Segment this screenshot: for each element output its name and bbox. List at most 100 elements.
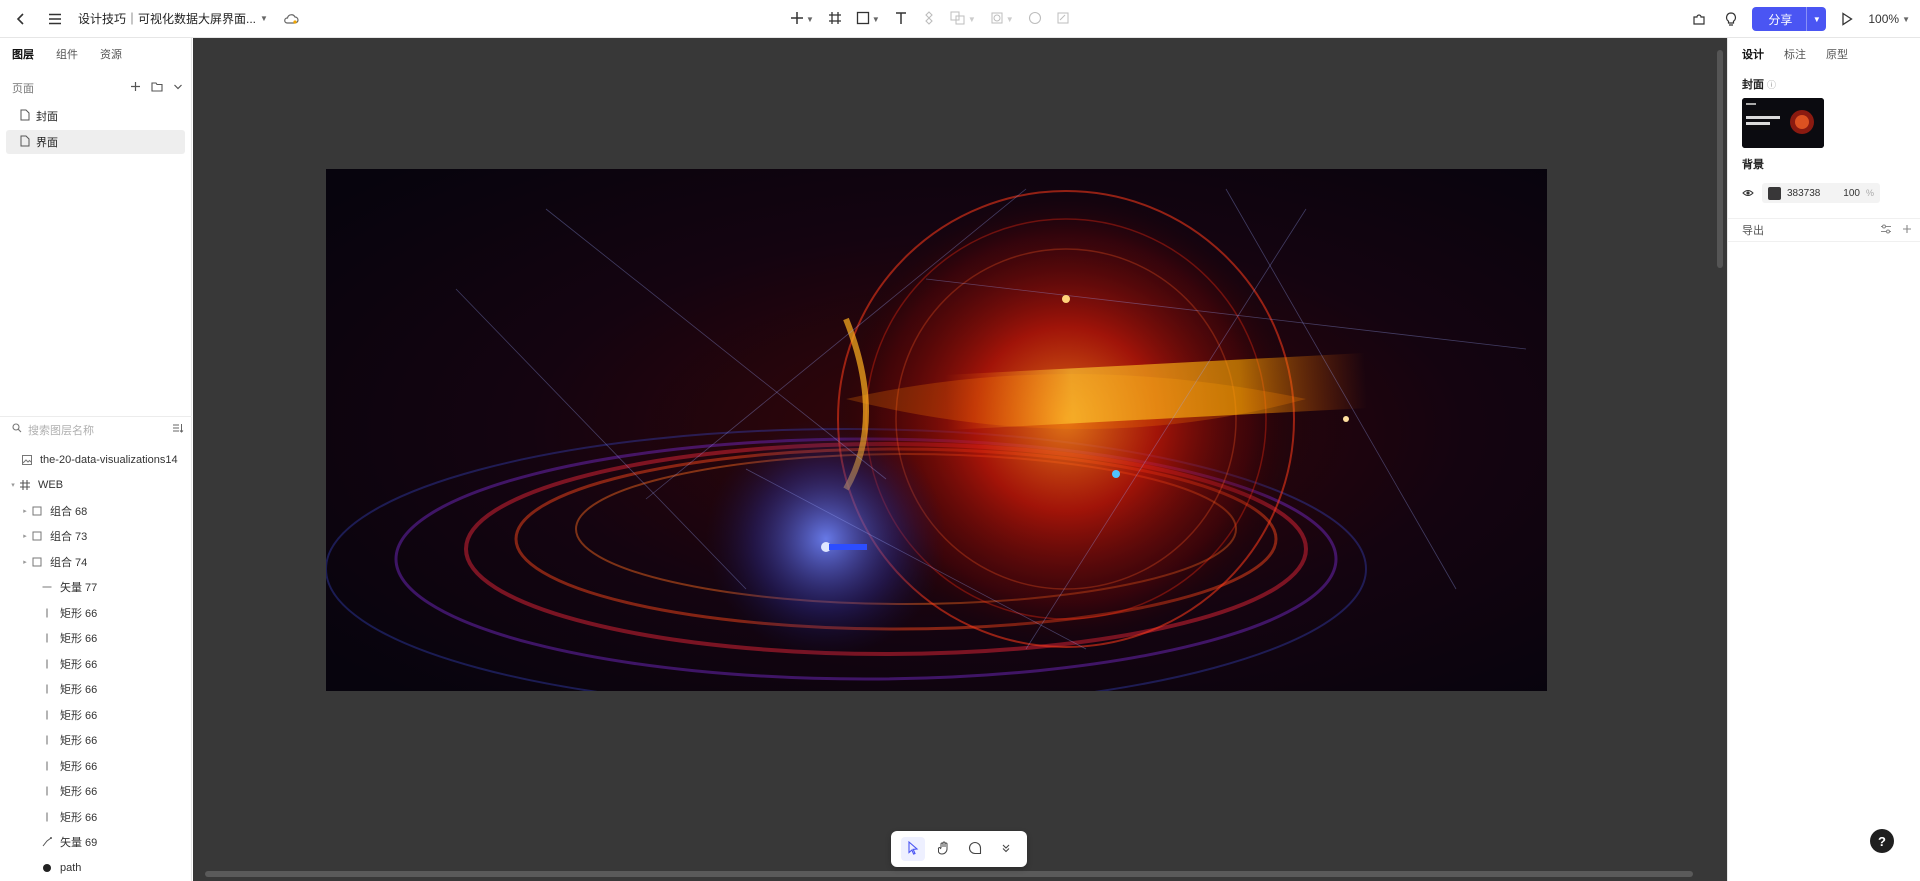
- collapse-chevron-icon[interactable]: [173, 81, 183, 95]
- artboard-image[interactable]: [326, 169, 1547, 691]
- add-tool[interactable]: ▼: [790, 7, 814, 31]
- layer-search[interactable]: 搜索图层名称: [0, 416, 192, 442]
- add-export-icon[interactable]: [1902, 223, 1912, 237]
- tab-annotation[interactable]: 标注: [1784, 46, 1806, 66]
- layer-item[interactable]: ▸ 组合 74: [0, 549, 192, 575]
- document-title[interactable]: 设计技巧｜可视化数据大屏界面...: [78, 10, 256, 27]
- pages-header: 页面: [0, 78, 191, 98]
- eye-icon[interactable]: [1742, 188, 1754, 198]
- page-item-interface[interactable]: 界面: [6, 130, 185, 154]
- layer-item[interactable]: path: [0, 855, 192, 881]
- chevron-down-icon: ▼: [1005, 14, 1014, 24]
- tab-prototype[interactable]: 原型: [1826, 46, 1848, 66]
- mask-tool[interactable]: ▼: [990, 7, 1014, 31]
- layer-item[interactable]: 矩形 66: [0, 702, 192, 728]
- boolean-tool[interactable]: ▼: [950, 7, 976, 31]
- expand-arrow-icon[interactable]: ▸: [20, 507, 30, 515]
- crop-tool[interactable]: [1056, 7, 1070, 31]
- image-icon: [20, 454, 34, 465]
- mask-icon: [990, 11, 1004, 28]
- vertical-scrollbar[interactable]: [1717, 50, 1723, 268]
- cursor-icon: [907, 840, 919, 858]
- settings-sliders-icon[interactable]: [1880, 223, 1892, 237]
- background-row: 383738 100 %: [1742, 182, 1906, 204]
- rect-bar-icon: [40, 684, 54, 694]
- shape-tool[interactable]: ▼: [856, 7, 880, 31]
- back-icon[interactable]: [10, 8, 32, 30]
- layer-item[interactable]: ▾ WEB: [0, 473, 192, 499]
- layer-item[interactable]: the-20-data-visualizations14: [0, 447, 192, 473]
- background-hex[interactable]: 383738: [1787, 188, 1837, 199]
- layer-label: 矩形 66: [60, 735, 98, 748]
- comment-tool-button[interactable]: [963, 837, 987, 861]
- cloud-sync-icon[interactable]: [280, 8, 302, 30]
- layer-item[interactable]: 矩形 66: [0, 728, 192, 754]
- more-tools-button[interactable]: [994, 837, 1018, 861]
- layer-item[interactable]: ▸ 组合 68: [0, 498, 192, 524]
- frame-tool[interactable]: [828, 7, 842, 31]
- cover-label: 封面: [1742, 79, 1764, 91]
- cover-thumbnail[interactable]: [1742, 98, 1824, 148]
- frame-icon: [18, 480, 32, 491]
- expand-arrow-icon[interactable]: ▾: [8, 481, 18, 489]
- plugin-icon[interactable]: [1688, 8, 1710, 30]
- zoom-dropdown[interactable]: 100% ▼: [1868, 12, 1910, 26]
- boolean-icon: [950, 11, 966, 28]
- rect-bar-icon: [40, 735, 54, 745]
- share-chevron-down-icon[interactable]: ▼: [1806, 7, 1826, 31]
- text-tool[interactable]: [894, 7, 908, 31]
- layer-item[interactable]: 矩形 66: [0, 779, 192, 805]
- play-icon[interactable]: [1836, 8, 1858, 30]
- rect-bar-icon: [40, 786, 54, 796]
- background-color-field[interactable]: 383738 100 %: [1762, 183, 1880, 203]
- chevron-down-icon: ▼: [967, 14, 976, 24]
- add-page-icon[interactable]: [130, 81, 141, 95]
- design-canvas[interactable]: [193, 38, 1727, 881]
- page-item-cover[interactable]: 封面: [6, 104, 185, 128]
- share-button[interactable]: 分享 ▼: [1752, 7, 1827, 31]
- tab-assets[interactable]: 资源: [100, 46, 122, 66]
- title-chevron-down-icon[interactable]: ▼: [260, 14, 268, 23]
- folder-icon[interactable]: [151, 81, 163, 95]
- layer-item[interactable]: 矩形 66: [0, 600, 192, 626]
- top-toolbar: 设计技巧｜可视化数据大屏界面... ▼ ▼ ▼ ▼ ▼ 分享 ▼ 100% ▼: [0, 0, 1920, 38]
- select-tool-button[interactable]: [900, 837, 925, 861]
- ellipse-tool[interactable]: [1028, 7, 1042, 31]
- hand-tool-button[interactable]: [932, 837, 956, 861]
- help-button[interactable]: ?: [1870, 829, 1894, 853]
- layer-item[interactable]: 矢量 77: [0, 575, 192, 601]
- layer-item[interactable]: 矩形 66: [0, 677, 192, 703]
- layer-item[interactable]: 矩形 66: [0, 626, 192, 652]
- layer-label: 矩形 66: [60, 684, 98, 697]
- search-input[interactable]: 搜索图层名称: [28, 422, 166, 438]
- tab-layers[interactable]: 图层: [12, 46, 34, 66]
- component-tool[interactable]: [922, 7, 936, 31]
- layer-item[interactable]: 矢量 69: [0, 830, 192, 856]
- layer-label: the-20-data-visualizations14: [40, 453, 178, 466]
- layer-item[interactable]: ▸ 组合 73: [0, 524, 192, 550]
- layer-item[interactable]: 矩形 66: [0, 753, 192, 779]
- lightbulb-icon[interactable]: [1720, 8, 1742, 30]
- expand-arrow-icon[interactable]: ▸: [20, 558, 30, 566]
- color-swatch[interactable]: [1768, 186, 1781, 200]
- chevron-down-icon: ▼: [871, 14, 880, 24]
- right-panel-tabs: 设计 标注 原型: [1728, 38, 1920, 66]
- tab-design[interactable]: 设计: [1742, 46, 1764, 66]
- info-icon[interactable]: ⓘ: [1767, 78, 1776, 91]
- layer-item[interactable]: 矩形 66: [0, 804, 192, 830]
- crop-icon: [1056, 11, 1070, 28]
- export-label: 导出: [1742, 225, 1764, 237]
- background-opacity[interactable]: 100: [1843, 188, 1860, 199]
- filter-icon[interactable]: [172, 423, 184, 436]
- menu-icon[interactable]: [44, 8, 66, 30]
- layer-item[interactable]: 矩形 66: [0, 651, 192, 677]
- pages-header-label: 页面: [12, 83, 34, 95]
- layer-label: 矩形 66: [60, 786, 98, 799]
- circle-icon: [1028, 11, 1042, 28]
- rect-bar-icon: [40, 608, 54, 618]
- right-panel: 设计 标注 原型 封面 ⓘ 背景 383738 100 % 导出 ?: [1727, 38, 1920, 881]
- expand-arrow-icon[interactable]: ▸: [20, 532, 30, 540]
- rect-bar-icon: [40, 659, 54, 669]
- tab-components[interactable]: 组件: [56, 46, 78, 66]
- horizontal-scrollbar[interactable]: [205, 871, 1693, 877]
